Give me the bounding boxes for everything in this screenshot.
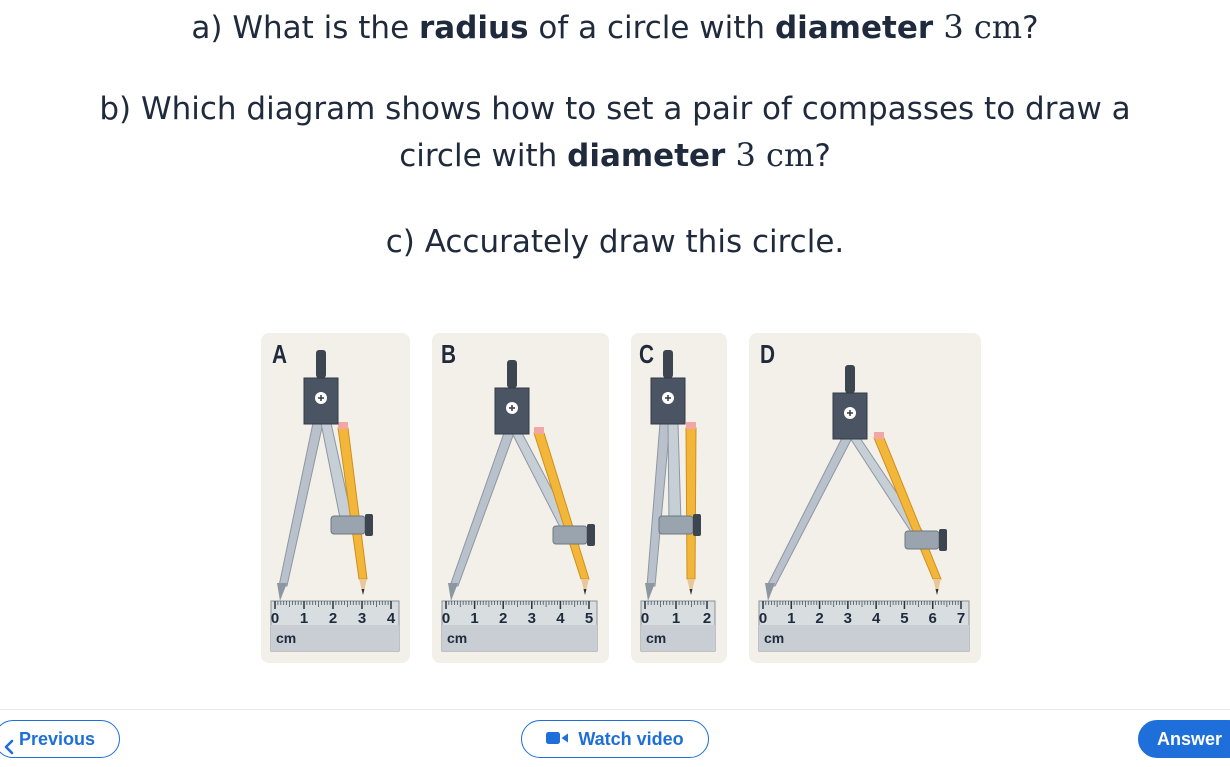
question-b-text: circle with: [399, 138, 568, 174]
watch-video-button[interactable]: Watch video: [521, 720, 709, 758]
option-letter-d: D: [760, 339, 776, 369]
answer-label: Answer: [1157, 729, 1223, 749]
question-a-bold-diameter: diameter: [774, 10, 934, 46]
ruler-tick-label: 1: [672, 610, 680, 627]
ruler-tick-label: 0: [271, 610, 279, 627]
ruler-unit-label: cm: [276, 630, 296, 646]
compass-right-leg: [667, 422, 682, 524]
compass-ruler-illustration: 0 1 2 3 4 5 6 7 cm: [758, 365, 970, 652]
question-b-bold-diameter: diameter: [567, 138, 726, 174]
ruler-tick-label: 2: [329, 610, 337, 627]
compass-left-leg: [278, 422, 324, 587]
question-b-math: 3 cm: [725, 136, 815, 174]
ruler-tick-label: 2: [815, 610, 823, 627]
option-letter-a: A: [272, 339, 288, 369]
compass-ruler-illustration: 0 1 2 3 4 5 cm: [441, 360, 598, 652]
ruler-unit-label: cm: [646, 630, 666, 646]
pencil: [533, 432, 590, 580]
ruler-tick-label: 3: [844, 610, 852, 627]
question-c: c) Accurately draw this circle.: [0, 219, 1230, 265]
compass-clamp: [658, 515, 694, 535]
option-card-d[interactable]: 0 1 2 3 4 5 6 7 cm D: [749, 333, 981, 663]
footer-divider: [0, 709, 1230, 710]
ruler-tick-label: 1: [787, 610, 795, 627]
compass-left-leg: [646, 422, 671, 587]
compass-left-leg: [766, 437, 853, 587]
ruler-unit-label: cm: [447, 630, 467, 646]
ruler-unit-label: cm: [764, 630, 784, 646]
ruler-tick-label: 4: [872, 610, 881, 627]
question-a-text-2: of a circle with: [528, 10, 775, 46]
compass-ruler-illustration: 0 1 2 cm: [640, 350, 716, 652]
compass-clamp: [904, 530, 940, 550]
ruler-tick-label: 4: [387, 610, 396, 627]
compass-ruler-illustration: 0 1 2 3 4 cm: [270, 350, 400, 652]
question-b: b) Which diagram shows how to set a pair…: [0, 86, 1230, 179]
ruler-tick-label: 5: [900, 610, 908, 627]
question-a-bold-radius: radius: [419, 10, 529, 46]
ruler-tick-label: 3: [358, 610, 366, 627]
video-camera-icon: [546, 721, 570, 757]
ruler-tick-label: 0: [442, 610, 450, 627]
ruler-tick-label: 6: [929, 610, 937, 627]
compass-clamp: [330, 515, 366, 535]
previous-label: Previous: [19, 729, 96, 749]
ruler-tick-label: 2: [703, 610, 711, 627]
question-a: a) What is the radius of a circle with d…: [0, 4, 1230, 51]
option-card-b[interactable]: 0 1 2 3 4 5 cm B: [432, 333, 609, 663]
ruler-tick-label: 0: [641, 610, 649, 627]
watch-video-label: Watch video: [578, 729, 684, 749]
option-letter-b: B: [441, 339, 457, 369]
ruler-tick-label: 7: [957, 610, 965, 627]
compass-needle: [645, 583, 655, 601]
question-b-line2: circle with diameter 3 cm?: [0, 132, 1230, 179]
pencil: [873, 437, 942, 580]
ruler-tick-label: 4: [556, 610, 565, 627]
ruler-tick-label: 2: [499, 610, 507, 627]
compass-needle: [765, 583, 775, 601]
answer-button[interactable]: Answer: [1138, 720, 1230, 758]
ruler-tick-label: 3: [528, 610, 536, 627]
question-a-text: a) What is the: [191, 10, 420, 46]
compass-needle: [277, 583, 287, 601]
question-a-math: 3 cm: [933, 8, 1023, 46]
chevron-left-icon: [3, 731, 15, 767]
previous-button[interactable]: Previous: [0, 720, 120, 758]
option-card-c[interactable]: 0 1 2 cm C: [631, 333, 727, 663]
ruler-tick-label: 0: [759, 610, 767, 627]
compass-needle: [448, 583, 458, 601]
compass-clamp: [552, 525, 588, 545]
question-c-text: c) Accurately draw this circle.: [385, 224, 845, 260]
option-card-a[interactable]: 0 1 2 3 4 cm A: [261, 333, 410, 663]
option-letter-c: C: [639, 339, 655, 369]
compass-left-leg: [449, 432, 515, 587]
question-b-line1: b) Which diagram shows how to set a pair…: [99, 91, 1131, 127]
ruler-tick-label: 5: [585, 610, 593, 627]
question-b-end: ?: [814, 138, 831, 174]
ruler-tick-label: 1: [300, 610, 308, 627]
pencil: [685, 427, 697, 580]
question-a-end: ?: [1022, 10, 1039, 46]
ruler-tick-label: 1: [470, 610, 478, 627]
